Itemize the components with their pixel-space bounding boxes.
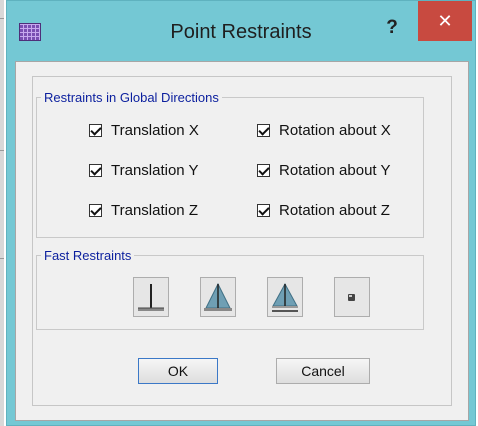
rotation-y-checkbox[interactable]: Rotation about Y <box>257 162 390 179</box>
checkbox-box[interactable] <box>257 204 270 217</box>
rotation-z-label: Rotation about Z <box>279 202 390 219</box>
title-bar[interactable]: Point Restraints ? ✕ <box>7 1 475 61</box>
rotation-x-checkbox[interactable]: Rotation about X <box>257 122 391 139</box>
translation-x-checkbox[interactable]: Translation X <box>89 122 199 139</box>
rotation-z-checkbox[interactable]: Rotation about Z <box>257 202 390 219</box>
free-joint-icon <box>348 294 355 301</box>
translation-x-label: Translation X <box>111 122 199 139</box>
checkbox-box[interactable] <box>89 124 102 137</box>
fixed-support-button[interactable] <box>133 277 169 317</box>
fixed-support-icon <box>138 284 164 311</box>
translation-y-label: Translation Y <box>111 162 199 179</box>
global-directions-legend: Restraints in Global Directions <box>44 90 219 105</box>
help-button[interactable]: ? <box>381 17 403 39</box>
checkbox-box[interactable] <box>89 164 102 177</box>
checkbox-box[interactable] <box>257 164 270 177</box>
roller-support-icon <box>272 282 298 312</box>
checkbox-box[interactable] <box>257 124 270 137</box>
fast-restraints-legend: Fast Restraints <box>44 248 132 263</box>
translation-z-checkbox[interactable]: Translation Z <box>89 202 198 219</box>
ok-button[interactable]: OK <box>138 358 218 384</box>
dialog-title: Point Restraints <box>170 21 312 43</box>
pinned-support-icon <box>204 282 232 311</box>
rotation-x-label: Rotation about X <box>279 122 391 139</box>
translation-y-checkbox[interactable]: Translation Y <box>89 162 199 179</box>
free-joint-button[interactable] <box>334 277 370 317</box>
roller-support-button[interactable] <box>267 277 303 317</box>
background-window-edge <box>0 0 4 426</box>
checkbox-box[interactable] <box>89 204 102 217</box>
rotation-y-label: Rotation about Y <box>279 162 391 179</box>
translation-z-label: Translation Z <box>111 202 198 219</box>
close-button[interactable]: ✕ <box>418 1 472 41</box>
cancel-button[interactable]: Cancel <box>276 358 370 384</box>
pinned-support-button[interactable] <box>200 277 236 317</box>
